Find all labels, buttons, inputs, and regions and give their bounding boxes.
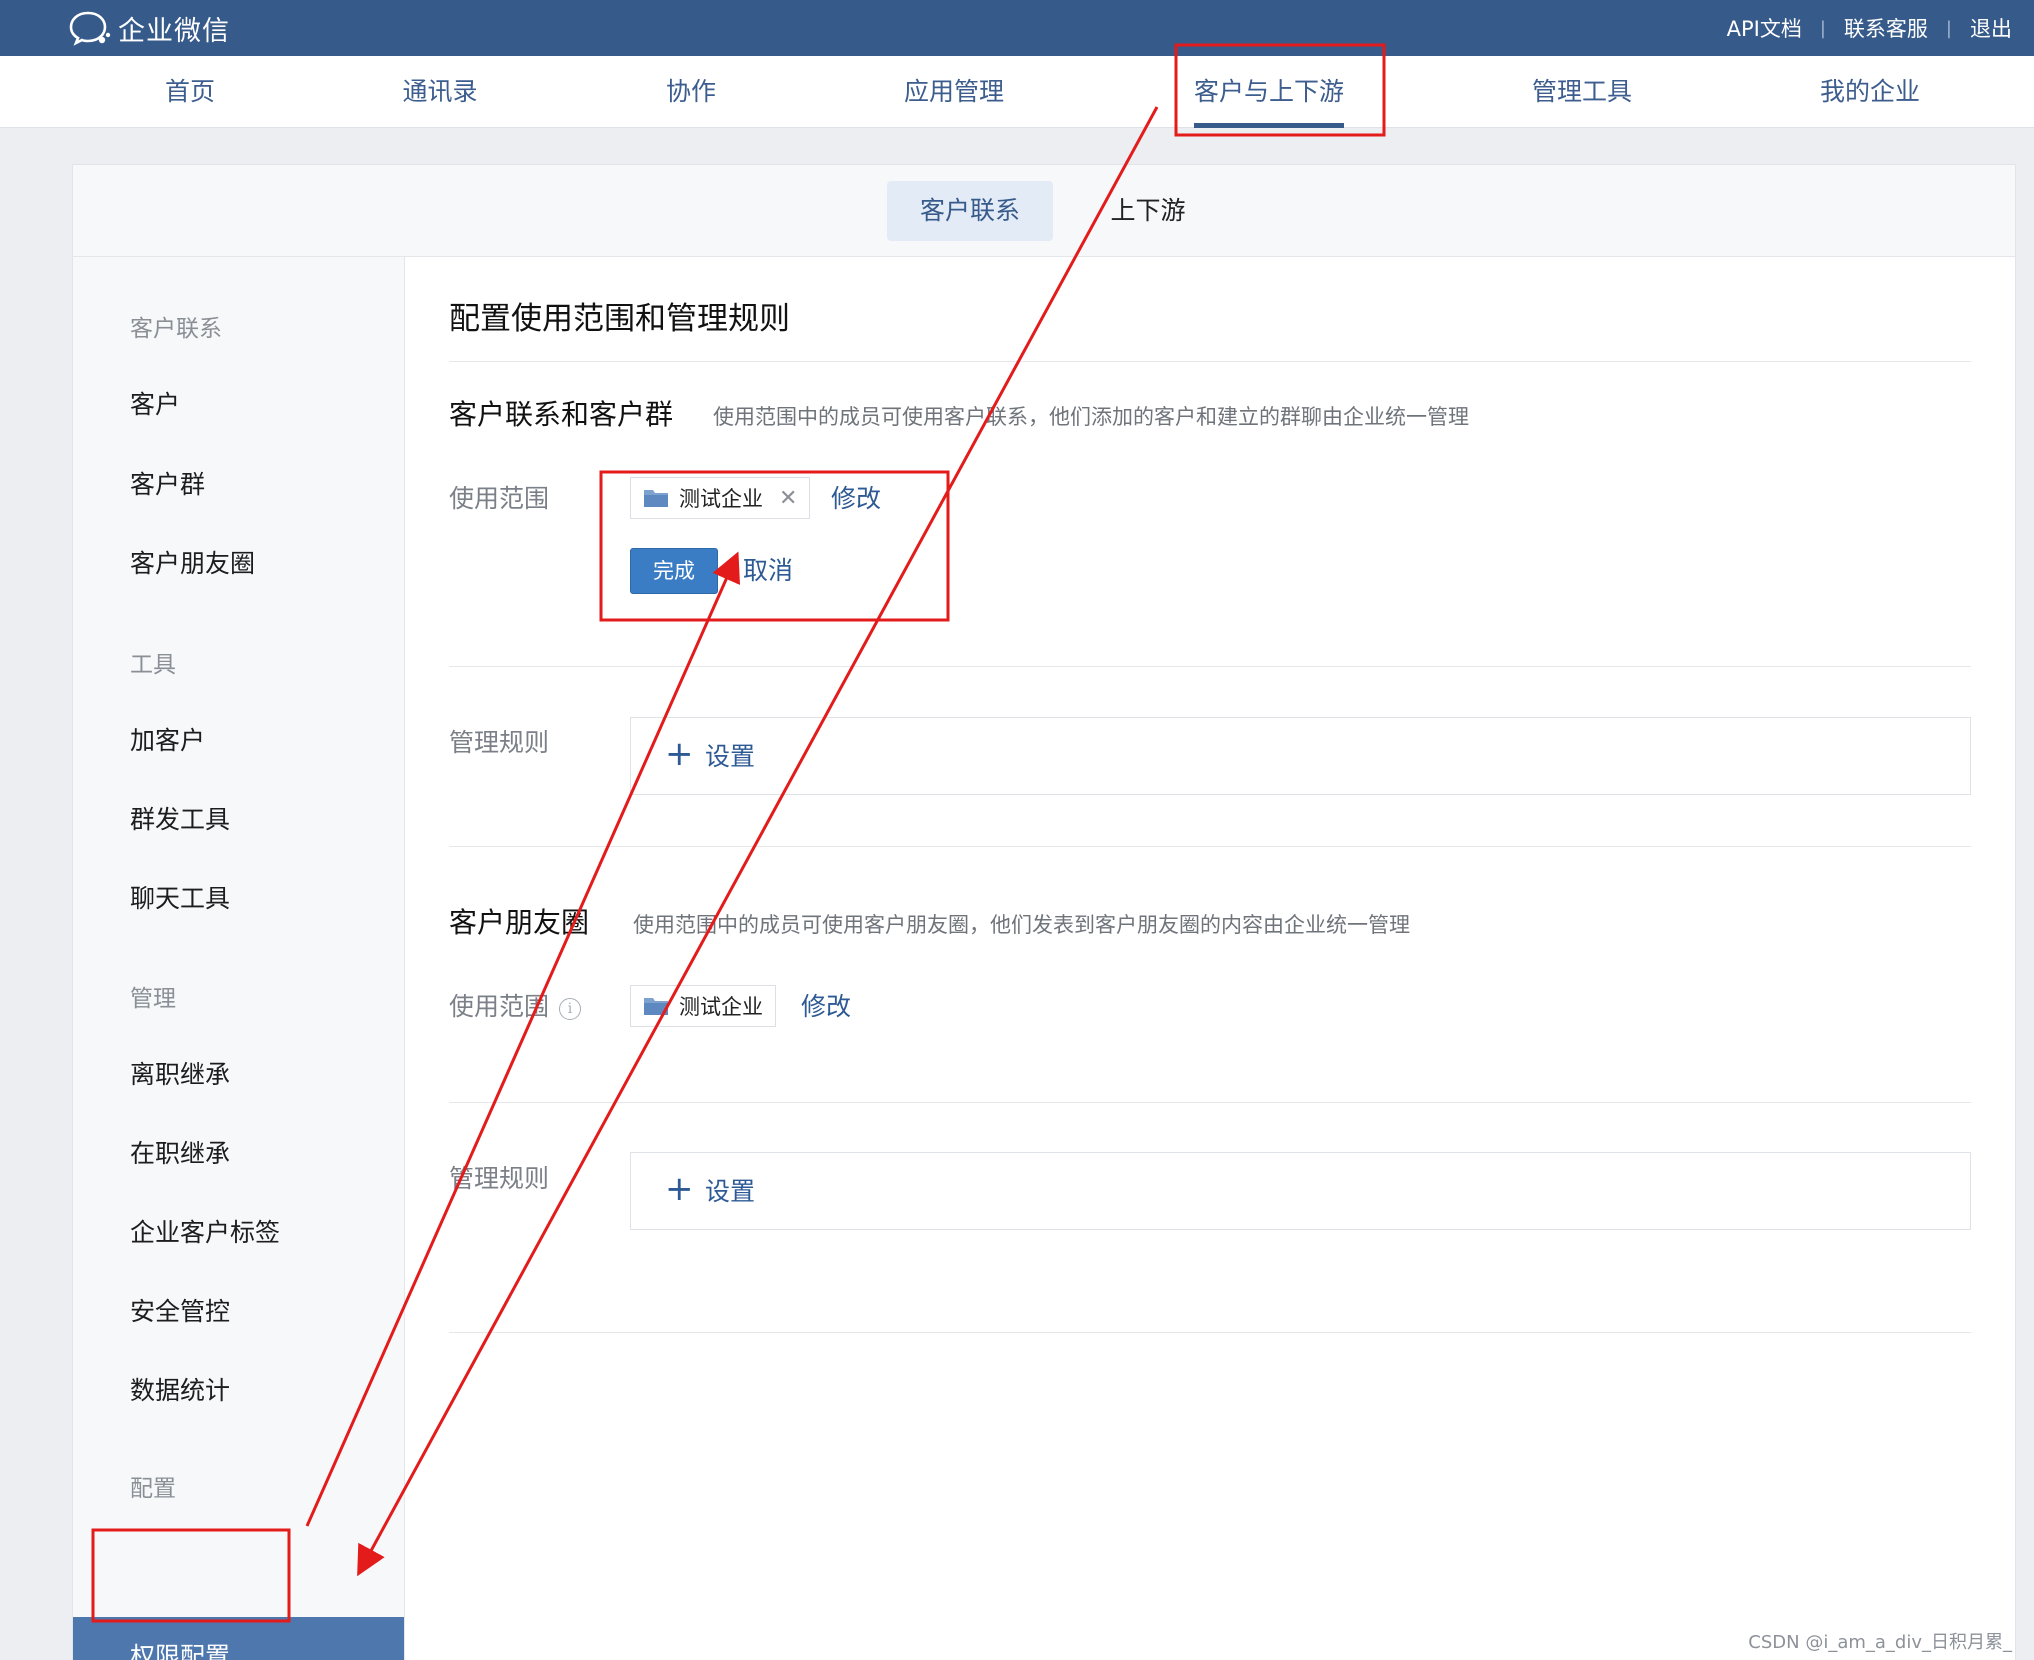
scope-label: 使用范围 <box>449 484 550 513</box>
sidebar-item-mass-messaging[interactable]: 群发工具 <box>130 800 230 836</box>
rule-label: 管理规则 <box>449 728 550 757</box>
set-rule-button[interactable]: + 设置 <box>630 1152 1971 1230</box>
done-button[interactable]: 完成 <box>630 548 718 594</box>
sidebar-item-chat-tools[interactable]: 聊天工具 <box>130 879 230 915</box>
cancel-button[interactable]: 取消 <box>743 551 793 587</box>
scope-label: 使用范围 i <box>449 987 582 1023</box>
logout-link[interactable]: 退出 <box>1970 13 2012 43</box>
nav-my-enterprise[interactable]: 我的企业 <box>1820 56 1920 128</box>
page-title: 配置使用范围和管理规则 <box>449 301 790 337</box>
nav-customers-upstream-downstream[interactable]: 客户与上下游 <box>1193 56 1345 128</box>
sidebar-item-resigned-inheritance[interactable]: 离职继承 <box>130 1055 230 1091</box>
sidebar-item-customers[interactable]: 客户 <box>130 385 180 421</box>
sidebar: 客户联系 客户 客户群 客户朋友圈 工具 加客户 群发工具 聊天工具 管理 离职… <box>73 257 405 1660</box>
modify-scope-link[interactable]: 修改 <box>831 479 881 515</box>
set-rule-label: 设置 <box>705 1177 756 1206</box>
sidebar-item-data-statistics[interactable]: 数据统计 <box>130 1371 230 1407</box>
top-link-separator: | <box>1819 17 1826 39</box>
modify-scope-link[interactable]: 修改 <box>801 987 851 1023</box>
info-icon[interactable]: i <box>559 998 582 1020</box>
scope-tag: 测试企业 <box>630 985 776 1027</box>
sidebar-item-customer-tags[interactable]: 企业客户标签 <box>130 1213 280 1249</box>
scope-tag: 测试企业 ✕ <box>630 477 811 519</box>
close-icon[interactable]: ✕ <box>779 486 797 511</box>
nav-collaboration[interactable]: 协作 <box>666 56 716 128</box>
sidebar-item-customer-moments[interactable]: 客户朋友圈 <box>130 544 255 580</box>
folder-icon <box>644 998 668 1015</box>
sidebar-item-customer-groups[interactable]: 客户群 <box>130 465 205 501</box>
main-card: 客户联系 上下游 客户联系 客户 客户群 客户朋友圈 工具 加客户 群发工具 聊… <box>72 164 2016 1660</box>
scope-label-text: 使用范围 <box>449 992 550 1021</box>
api-docs-link[interactable]: API文档 <box>1727 13 1802 43</box>
main-nav: 首页 通讯录 协作 应用管理 客户与上下游 管理工具 我的企业 <box>0 56 2034 128</box>
watermark: CSDN @i_am_a_div_日积月累_ <box>1748 1632 2012 1653</box>
divider <box>449 666 1971 667</box>
sidebar-group-title: 客户联系 <box>130 316 222 342</box>
scope-tag-label: 测试企业 <box>679 995 763 1019</box>
top-links: API文档 | 联系客服 | 退出 <box>1727 0 2012 56</box>
subtab-upstream-downstream[interactable]: 上下游 <box>1093 181 1203 241</box>
nav-contacts[interactable]: 通讯录 <box>402 56 477 128</box>
section-title-customer-contact: 客户联系和客户群 <box>449 398 674 431</box>
rule-label: 管理规则 <box>449 1164 550 1193</box>
sidebar-item-label: 权限配置 <box>130 1642 231 1660</box>
section-desc-customer-contact: 使用范围中的成员可使用客户联系，他们添加的客户和建立的群聊由企业统一管理 <box>713 405 1469 429</box>
section-title-customer-moments: 客户朋友圈 <box>449 906 590 939</box>
subtab-customer-contact[interactable]: 客户联系 <box>887 181 1053 241</box>
nav-home[interactable]: 首页 <box>165 56 215 128</box>
wecom-logo-icon <box>69 11 111 46</box>
top-link-separator: | <box>1945 17 1952 39</box>
divider <box>449 1102 1971 1103</box>
divider <box>449 846 1971 847</box>
contact-support-link[interactable]: 联系客服 <box>1844 13 1928 43</box>
plus-icon: + <box>665 734 694 774</box>
sidebar-item-add-customer[interactable]: 加客户 <box>130 721 205 757</box>
section-desc-customer-moments: 使用范围中的成员可使用客户朋友圈，他们发表到客户朋友圈的内容由企业统一管理 <box>633 913 1410 937</box>
nav-management-tools[interactable]: 管理工具 <box>1532 56 1632 128</box>
scope-tag-label: 测试企业 <box>679 487 763 511</box>
sub-nav: 客户联系 上下游 <box>73 165 2015 257</box>
sidebar-item-permission-config[interactable]: 权限配置 <box>73 1617 404 1660</box>
app-logo-text: 企业微信 <box>118 15 230 47</box>
app-logo[interactable]: 企业微信 <box>68 8 230 48</box>
set-rule-label: 设置 <box>705 742 756 771</box>
divider <box>449 361 1971 362</box>
folder-icon <box>644 490 668 507</box>
plus-icon: + <box>665 1169 694 1209</box>
sidebar-group-title: 工具 <box>130 652 176 678</box>
sidebar-item-active-inheritance[interactable]: 在职继承 <box>130 1134 230 1170</box>
sidebar-group-title: 配置 <box>130 1476 176 1502</box>
sidebar-group-title: 管理 <box>130 986 176 1012</box>
top-bar: 企业微信 API文档 | 联系客服 | 退出 <box>0 0 2034 56</box>
nav-app-management[interactable]: 应用管理 <box>904 56 1004 128</box>
set-rule-button[interactable]: + 设置 <box>630 717 1971 795</box>
divider <box>449 1332 1971 1333</box>
sidebar-item-security-control[interactable]: 安全管控 <box>130 1292 230 1328</box>
